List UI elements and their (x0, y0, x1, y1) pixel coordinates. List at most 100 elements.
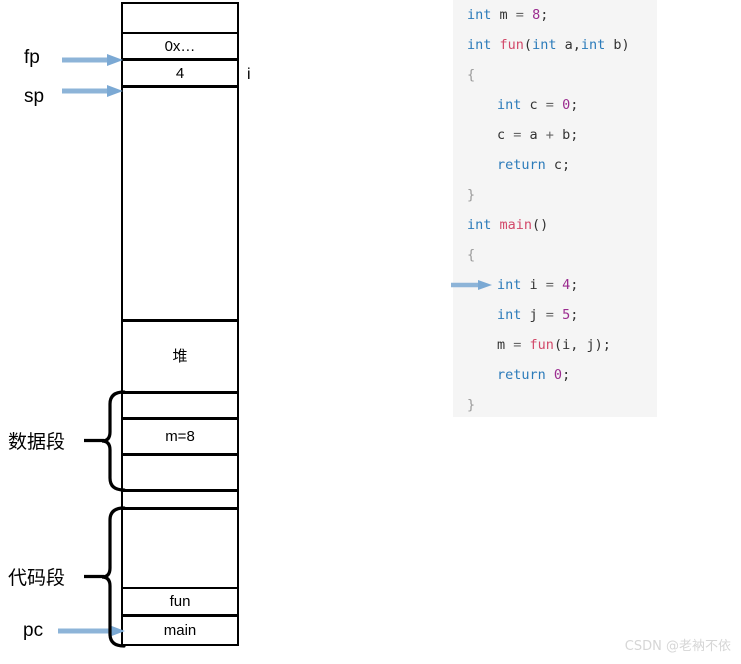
code-cell-empty (121, 508, 239, 589)
code-token: ; (570, 277, 579, 293)
code-token: = (545, 307, 554, 323)
code-token: int (467, 217, 492, 233)
code-token: 5 (562, 307, 571, 323)
data-cell-m: m=8 (121, 418, 239, 455)
code-token: ; (562, 367, 571, 383)
data-cell-gap (121, 490, 239, 509)
fp-arrow-icon (62, 54, 123, 66)
code-line: int m = 8; (453, 0, 657, 30)
code-token: int (497, 307, 522, 323)
pointer-sp-label: sp (24, 86, 45, 107)
code-line-text: int j = 5; (467, 307, 578, 323)
code-token: m (497, 337, 514, 353)
code-token: c; (545, 157, 571, 173)
code-line-text: int m = 8; (467, 7, 548, 23)
code-token: fun (499, 37, 524, 53)
code-token: 8 (532, 7, 541, 23)
code-token: = (545, 97, 554, 113)
code-line-text: int main() (467, 217, 548, 233)
code-token: return (497, 367, 546, 383)
code-token: m (491, 7, 516, 23)
code-token: a, (556, 37, 581, 53)
code-token: ; (570, 307, 579, 323)
heap-cell: 堆 (121, 320, 239, 393)
code-line-text: { (467, 247, 475, 263)
code-line-text: m = fun(i, j); (467, 337, 611, 353)
current-line-arrow-icon (451, 280, 492, 290)
code-token: int (497, 277, 522, 293)
stack-annotation-i: i (247, 66, 251, 83)
code-cell-main: main (121, 615, 239, 646)
stack-cell-free-region (121, 86, 239, 321)
code-token: b) (605, 37, 630, 53)
code-token: int (497, 97, 522, 113)
code-cell-fun: fun (121, 587, 239, 616)
sp-arrow-icon (62, 85, 123, 97)
code-line: } (453, 390, 657, 420)
pointer-fp-label: fp (24, 47, 40, 68)
code-line-text: } (467, 187, 475, 203)
code-line: int main() (453, 210, 657, 240)
code-token: int (467, 37, 492, 53)
code-token: { (467, 247, 476, 263)
code-line-text: int fun(int a,int b) (467, 37, 630, 53)
code-token: a (521, 127, 546, 143)
code-token: 0 (553, 367, 563, 383)
memory-diagram: 0x… 4 堆 m=8 fun main i fp sp pc 数据段 代码段 (0, 0, 300, 664)
code-token: ; (540, 7, 549, 23)
segment-label-data: 数据段 (8, 431, 66, 453)
code-line: int c = 0; (453, 90, 657, 120)
code-token: } (467, 397, 476, 413)
code-line-text: } (467, 397, 475, 413)
code-segment-leader-line (84, 574, 104, 579)
code-listing-panel: int m = 8; int fun(int a,int b){int c = 0… (451, 0, 657, 420)
code-token: + (545, 127, 554, 143)
code-token: c (497, 127, 514, 143)
code-token: fun (529, 337, 554, 353)
code-token: 4 (562, 277, 571, 293)
code-token: b; (553, 127, 579, 143)
code-line: } (453, 180, 657, 210)
code-line: int j = 5; (453, 300, 657, 330)
code-token: { (467, 67, 476, 83)
code-line: { (453, 240, 657, 270)
code-line: int fun(int a,int b) (453, 30, 657, 60)
data-segment-leader-line (84, 438, 104, 443)
stack-cell-i-value: 4 (121, 59, 239, 87)
code-line: { (453, 60, 657, 90)
pointer-pc-label: pc (23, 620, 44, 641)
code-token: ; (570, 97, 579, 113)
code-token: } (467, 187, 476, 203)
code-token: j (521, 307, 546, 323)
code-token: = (515, 7, 524, 23)
code-line: return 0; (453, 360, 657, 390)
code-token: c (521, 97, 546, 113)
code-line: int i = 4; (451, 270, 657, 300)
data-cell-empty-lower (121, 454, 239, 491)
code-token: (i, j); (553, 337, 611, 353)
code-line: m = fun(i, j); (453, 330, 657, 360)
code-token: main (499, 217, 533, 233)
code-line-text: return 0; (467, 367, 570, 383)
code-token: int (467, 7, 492, 23)
code-token: = (545, 277, 554, 293)
code-line-text: { (467, 67, 475, 83)
csdn-watermark: CSDN @老衲不依 (624, 639, 731, 654)
code-line-text: int c = 0; (467, 97, 578, 113)
code-line-text: return c; (467, 157, 570, 173)
code-token: i (521, 277, 546, 293)
code-token: () (532, 217, 549, 233)
code-token: ( (523, 37, 533, 53)
code-line: return c; (453, 150, 657, 180)
code-line-text: c = a + b; (467, 127, 578, 143)
code-token: return (497, 157, 546, 173)
data-cell-empty-upper (121, 392, 239, 419)
